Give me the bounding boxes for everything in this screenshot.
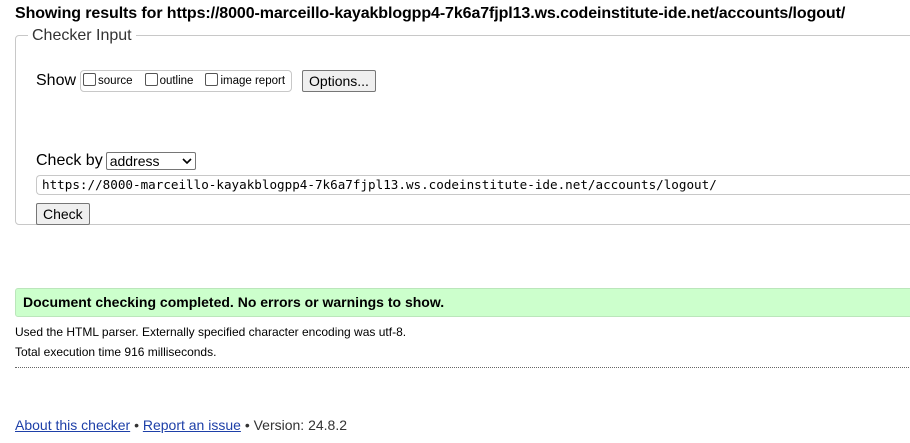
check-by-select[interactable]: address xyxy=(105,152,196,170)
dotted-divider xyxy=(15,367,910,368)
show-label: Show xyxy=(36,72,77,89)
outline-checkbox[interactable] xyxy=(144,72,158,86)
footer-separator: • xyxy=(134,417,139,433)
image-report-checkbox[interactable] xyxy=(205,72,219,86)
outline-label: outline xyxy=(159,75,194,87)
image-report-label: image report xyxy=(220,75,286,87)
footer: About this checker • Report an issue • V… xyxy=(15,417,347,433)
checker-input-legend: Checker Input xyxy=(28,27,136,45)
option-outline[interactable]: outline xyxy=(144,72,194,88)
footer-separator: • xyxy=(244,417,250,433)
check-by-value: address xyxy=(109,153,160,169)
check-button[interactable]: Check xyxy=(36,203,90,225)
about-checker-link[interactable]: About this checker xyxy=(15,417,130,433)
parser-info: Used the HTML parser. Externally specifi… xyxy=(15,325,407,339)
results-heading: Showing results for https://8000-marceil… xyxy=(15,5,846,22)
report-issue-link[interactable]: Report an issue xyxy=(143,417,241,433)
source-label: source xyxy=(98,75,133,87)
check-by-label: Check by xyxy=(36,152,103,169)
url-input[interactable]: https://8000-marceillo-kayakblogpp4-7k6a… xyxy=(36,175,910,195)
execution-time: Total execution time 916 milliseconds. xyxy=(15,345,217,359)
version-text: Version: 24.8.2 xyxy=(253,417,348,433)
option-image-report[interactable]: image report xyxy=(205,72,286,88)
checker-input-fieldset: Checker Input Show source outline image … xyxy=(15,27,910,225)
chevron-down-icon xyxy=(182,158,192,164)
source-checkbox[interactable] xyxy=(83,72,97,86)
option-source[interactable]: source xyxy=(83,72,133,88)
success-message: Document checking completed. No errors o… xyxy=(15,288,910,317)
show-options-row: Show source outline image report Options… xyxy=(36,70,376,92)
options-button[interactable]: Options... xyxy=(302,70,376,92)
check-by-row: Check by address xyxy=(36,152,196,170)
show-options-group: source outline image report xyxy=(80,70,293,92)
